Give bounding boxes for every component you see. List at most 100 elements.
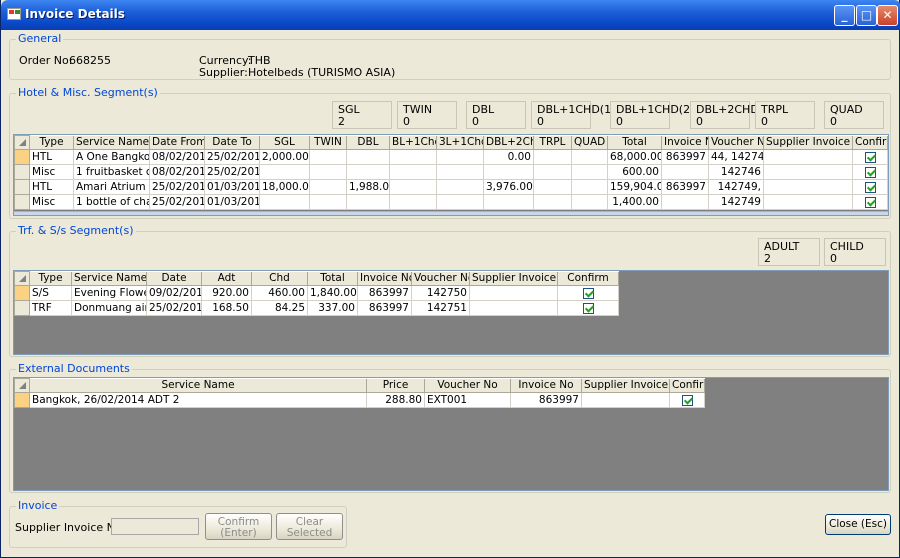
column-header[interactable]: Chd [251, 271, 308, 286]
row-header[interactable] [14, 392, 30, 408]
table-cell[interactable]: 460.00 [251, 285, 308, 301]
column-header[interactable]: Type [29, 135, 74, 150]
table-cell[interactable]: 600.00 [607, 164, 662, 180]
table-cell[interactable]: 2,000.00 [259, 149, 310, 165]
column-header[interactable]: QUAD [571, 135, 608, 150]
table-cell[interactable] [483, 194, 534, 210]
table-cell[interactable]: 288.80 [366, 392, 425, 408]
table-cell[interactable] [346, 149, 390, 165]
confirm-checkbox[interactable] [864, 151, 876, 163]
hotel-grid[interactable]: Type Service Name Date From Date To SGL TWIN D… [13, 134, 889, 216]
table-cell[interactable]: 863997 [357, 285, 412, 301]
table-cell[interactable] [533, 179, 572, 195]
table-cell[interactable]: 863997 [661, 179, 709, 195]
table-cell[interactable] [763, 194, 853, 210]
column-header[interactable]: DBL [346, 135, 390, 150]
table-cell[interactable]: 1 fruitbasket con [73, 164, 150, 180]
table-cell[interactable]: 25/02/2014 [204, 164, 260, 180]
table-cell[interactable]: Amari Atrium A [73, 179, 150, 195]
table-cell[interactable] [436, 179, 484, 195]
table-cell[interactable]: 920.00 [201, 285, 252, 301]
table-cell[interactable] [389, 179, 437, 195]
confirm-cell[interactable] [852, 194, 888, 210]
table-cell[interactable] [661, 194, 709, 210]
table-cell[interactable] [309, 179, 347, 195]
table-cell[interactable]: 337.00 [307, 300, 358, 316]
confirm-cell[interactable] [669, 392, 705, 408]
row-header[interactable] [14, 194, 30, 210]
table-cell[interactable] [533, 164, 572, 180]
table-cell[interactable]: 1,988.00 [346, 179, 390, 195]
column-header[interactable]: Supplier Invoice No [469, 271, 558, 286]
table-cell[interactable]: 863997 [510, 392, 582, 408]
table-row[interactable]: Misc1 fruitbasket con08/02/201425/02/201… [14, 164, 888, 180]
table-cell[interactable]: Misc [29, 194, 74, 210]
table-cell[interactable]: Bangkok, 26/02/2014 ADT 2 [29, 392, 367, 408]
table-cell[interactable]: 168.50 [201, 300, 252, 316]
column-header[interactable]: Confirm [669, 378, 705, 393]
table-cell[interactable]: 08/02/2014 [149, 164, 205, 180]
table-cell[interactable]: Evening Flower M [71, 285, 147, 301]
table-cell[interactable] [259, 164, 310, 180]
table-cell[interactable]: 863997 [661, 149, 709, 165]
row-header[interactable] [14, 300, 30, 316]
row-header[interactable] [14, 164, 30, 180]
confirm-checkbox[interactable] [582, 287, 594, 299]
column-header[interactable]: Service Name [71, 271, 147, 286]
table-cell[interactable]: 142750 [411, 285, 470, 301]
column-header[interactable]: Date To [204, 135, 260, 150]
table-cell[interactable] [763, 179, 853, 195]
table-row[interactable]: Bangkok, 26/02/2014 ADT 2 288.80 EXT001 863… [14, 392, 705, 408]
column-header[interactable]: Date [146, 271, 202, 286]
table-cell[interactable]: 159,904.00 [607, 179, 662, 195]
table-cell[interactable]: 0.00 [483, 149, 534, 165]
table-cell[interactable]: A One Bangkok [73, 149, 150, 165]
table-cell[interactable]: 1 bottle of champ [73, 194, 150, 210]
column-header[interactable]: SGL [259, 135, 310, 150]
confirm-checkbox[interactable] [582, 302, 594, 314]
confirm-checkbox[interactable] [864, 181, 876, 193]
confirm-cell[interactable] [557, 285, 619, 301]
table-cell[interactable] [436, 194, 484, 210]
column-header[interactable]: Service Name [73, 135, 150, 150]
table-cell[interactable] [581, 392, 670, 408]
minimize-button[interactable]: _ [834, 5, 855, 26]
table-cell[interactable] [389, 194, 437, 210]
table-cell[interactable]: 18,000.00 [259, 179, 310, 195]
table-cell[interactable] [571, 179, 608, 195]
column-header[interactable]: Voucher No [424, 378, 511, 393]
maximize-button[interactable]: □ [856, 5, 877, 26]
table-cell[interactable]: Donmuang airpo [71, 300, 147, 316]
table-cell[interactable]: S/S [29, 285, 72, 301]
table-cell[interactable]: 68,000.00 [607, 149, 662, 165]
column-header[interactable]: Voucher No [411, 271, 470, 286]
table-cell[interactable] [436, 149, 484, 165]
table-cell[interactable]: Misc [29, 164, 74, 180]
column-header[interactable]: Supplier Invoice No [763, 135, 853, 150]
table-cell[interactable]: 01/03/2014 [204, 179, 260, 195]
column-header[interactable]: BL+1Chd ( [389, 135, 437, 150]
close-button[interactable]: Close (Esc) [825, 514, 891, 535]
table-cell[interactable]: HTL [29, 149, 74, 165]
table-cell[interactable]: 25/02/2014 [149, 194, 205, 210]
column-header[interactable]: Total [307, 271, 358, 286]
row-header[interactable] [14, 149, 30, 165]
table-cell[interactable] [483, 164, 534, 180]
table-cell[interactable] [309, 149, 347, 165]
table-row[interactable]: HTLAmari Atrium A25/02/201401/03/201418,… [14, 179, 888, 195]
confirm-cell[interactable] [852, 179, 888, 195]
table-cell[interactable]: 84.25 [251, 300, 308, 316]
table-cell[interactable]: 142749 [708, 194, 764, 210]
table-cell[interactable]: 08/02/2014 [149, 149, 205, 165]
table-cell[interactable] [389, 164, 437, 180]
table-cell[interactable]: 1,840.00 [307, 285, 358, 301]
table-row[interactable]: S/SEvening Flower M09/02/2014920.00460.0… [14, 285, 619, 301]
table-cell[interactable]: 142749, [708, 179, 764, 195]
table-cell[interactable] [309, 194, 347, 210]
table-cell[interactable] [469, 285, 558, 301]
confirm-checkbox[interactable] [681, 394, 693, 406]
column-header[interactable]: Price [366, 378, 425, 393]
table-cell[interactable]: EXT001 [424, 392, 511, 408]
table-cell[interactable] [346, 194, 390, 210]
column-header[interactable]: Confirm [557, 271, 619, 286]
